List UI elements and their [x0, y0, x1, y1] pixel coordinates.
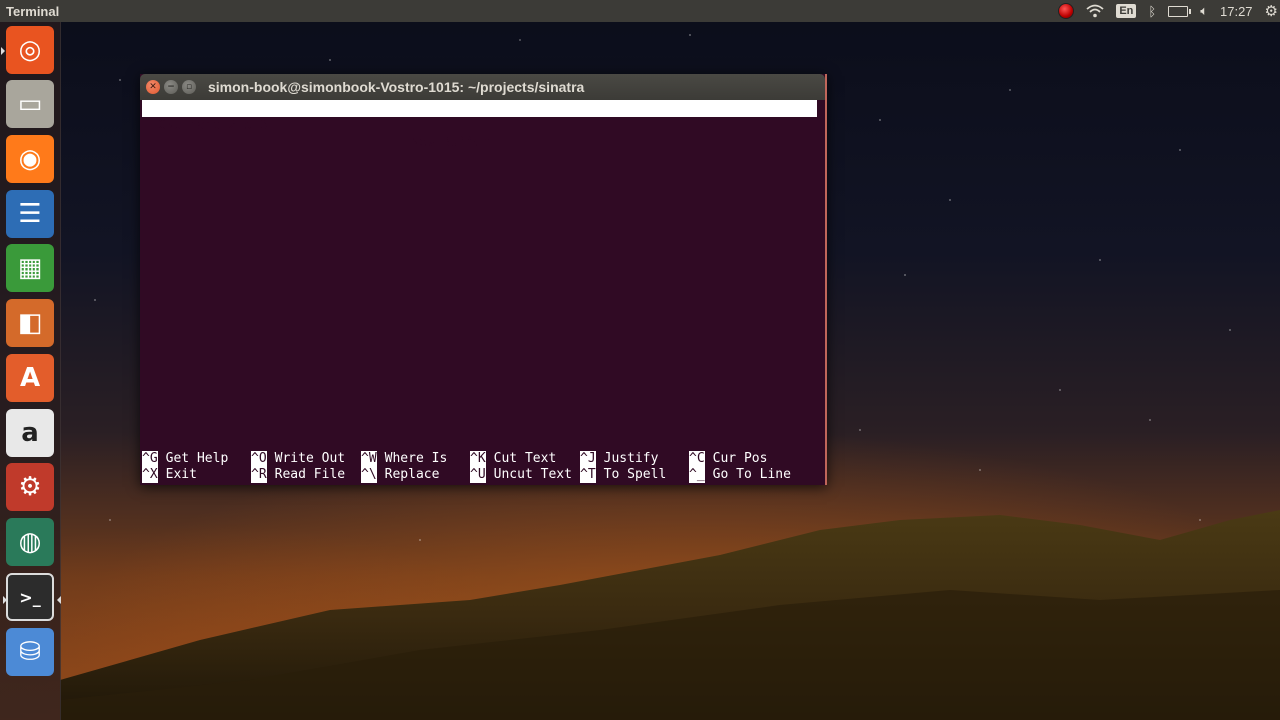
shortcut-label: Uncut Text — [493, 467, 572, 482]
amazon-glyph: a — [21, 418, 39, 448]
shortcut-key: ^\ — [361, 467, 377, 483]
shortcut-label: Read File — [274, 467, 346, 482]
amazon-icon[interactable]: a — [6, 409, 54, 457]
shortcut-label: Where Is — [384, 451, 448, 466]
terminal-glyph: >_ — [19, 587, 41, 607]
nano-shortcut: ^_ Go To Line — [689, 467, 791, 483]
shortcut-key: ^T — [580, 467, 596, 483]
impress-glyph: ◧ — [17, 308, 43, 338]
minimize-icon[interactable]: − — [164, 80, 178, 94]
software-center-icon[interactable]: A — [6, 354, 54, 402]
shortcut-label: To Spell — [603, 467, 667, 482]
writer-glyph: ☰ — [18, 199, 42, 229]
clock-indicator[interactable]: 17:27 — [1214, 0, 1259, 22]
maximize-icon[interactable]: ▫ — [182, 80, 196, 94]
writer-icon[interactable]: ☰ — [6, 190, 54, 238]
window-title: simon-book@simonbook-Vostro-1015: ~/proj… — [208, 79, 585, 95]
keyboard-indicator[interactable]: En — [1110, 0, 1142, 22]
record-icon — [1058, 3, 1075, 19]
nano-shortcut: ^C Cur Pos — [689, 451, 767, 467]
shortcut-key: ^R — [251, 467, 267, 483]
impress-icon[interactable]: ◧ — [6, 299, 54, 347]
wifi-icon — [1086, 4, 1104, 18]
shortcut-label: Justify — [603, 451, 659, 466]
calc-icon[interactable]: ▦ — [6, 244, 54, 292]
shortcut-key: ^G — [142, 451, 158, 467]
volume-icon: 🔈︎ — [1200, 3, 1208, 18]
nano-shortcut: ^J Justify — [580, 451, 658, 467]
nano-title-bar: GNU nano 2.5.3 New Buffer — [142, 100, 817, 150]
shortcut-label: Cut Text — [493, 451, 557, 466]
camera-app-icon[interactable]: ◍ — [6, 518, 54, 566]
nano-shortcut: ^X Exit — [142, 467, 197, 483]
bluetooth-icon: ᛒ — [1148, 3, 1157, 19]
recording-indicator[interactable] — [1052, 0, 1080, 22]
nano-shortcut: ^O Write Out — [251, 451, 345, 467]
nano-shortcut: ^\ Replace — [361, 467, 439, 483]
terminal-window[interactable]: ✕ − ▫ simon-book@simonbook-Vostro-1015: … — [140, 74, 827, 485]
shortcut-label: Exit — [165, 467, 197, 482]
window-titlebar[interactable]: ✕ − ▫ simon-book@simonbook-Vostro-1015: … — [140, 74, 825, 100]
shortcut-label: Get Help — [165, 451, 229, 466]
nano-shortcut: ^G Get Help — [142, 451, 228, 467]
top-panel: Terminal En ᛒ 🔈︎ 17:27 ⚙ — [0, 0, 1280, 22]
software-center-glyph: A — [19, 363, 41, 393]
shortcut-label: Go To Line — [712, 467, 791, 482]
clock: 17:27 — [1220, 3, 1253, 19]
terminal-icon[interactable]: >_ — [3, 573, 61, 621]
wifi-indicator[interactable] — [1080, 0, 1110, 22]
nano-edit-area[interactable] — [142, 117, 822, 451]
nano-shortcut-bar: ^G Get Help ^O Write Out ^W Where Is ^K Cut Tex… — [142, 451, 822, 483]
shortcut-key: ^X — [142, 467, 158, 483]
shortcut-label: Cur Pos — [712, 451, 768, 466]
shortcut-label: Write Out — [274, 451, 346, 466]
firefox-glyph: ◉ — [18, 144, 42, 174]
battery-icon — [1168, 5, 1192, 17]
ubuntu-dash-icon[interactable]: ◎ — [1, 26, 54, 74]
shortcut-key: ^C — [689, 451, 705, 467]
ubuntu-dash-glyph: ◎ — [18, 35, 42, 65]
disk-glyph: ⛁ — [19, 637, 41, 667]
files-icon[interactable]: ▭ — [6, 80, 54, 128]
camera-app-glyph: ◍ — [18, 527, 42, 557]
system-settings-glyph: ⚙ — [18, 472, 42, 502]
sound-indicator[interactable]: 🔈︎ — [1194, 0, 1214, 22]
nano-shortcut: ^R Read File — [251, 467, 345, 483]
shortcut-key: ^W — [361, 451, 377, 467]
battery-indicator[interactable] — [1162, 0, 1194, 22]
system-settings-icon[interactable]: ⚙ — [6, 463, 54, 511]
calc-glyph: ▦ — [17, 253, 43, 283]
bluetooth-indicator[interactable]: ᛒ — [1142, 0, 1162, 22]
active-app-title: Terminal — [6, 3, 60, 19]
gear-icon: ⚙ — [1264, 3, 1278, 20]
launcher: ◎ ▭ ◉ ☰ ▦ ◧ Aa ⚙ ◍ >_ ⛁ — [0, 22, 61, 720]
disk-icon[interactable]: ⛁ — [6, 628, 54, 676]
shortcut-key: ^O — [251, 451, 267, 467]
firefox-icon[interactable]: ◉ — [6, 135, 54, 183]
language-badge: En — [1116, 4, 1137, 18]
close-icon[interactable]: ✕ — [146, 80, 160, 94]
session-indicator[interactable]: ⚙ — [1259, 0, 1280, 22]
shortcut-key: ^K — [470, 451, 486, 467]
nano-shortcut: ^K Cut Text — [470, 451, 556, 467]
shortcut-key: ^_ — [689, 467, 705, 483]
indicator-area: En ᛒ 🔈︎ 17:27 ⚙ — [1052, 0, 1280, 22]
shortcut-key: ^U — [470, 467, 486, 483]
nano-shortcut: ^U Uncut Text — [470, 467, 572, 483]
nano-shortcut: ^T To Spell — [580, 467, 666, 483]
files-glyph: ▭ — [17, 89, 43, 119]
shortcut-key: ^J — [580, 451, 596, 467]
nano-shortcut: ^W Where Is — [361, 451, 447, 467]
shortcut-label: Replace — [384, 467, 440, 482]
focus-indicator — [57, 596, 61, 604]
running-indicator — [3, 596, 7, 604]
running-indicator — [1, 47, 5, 55]
